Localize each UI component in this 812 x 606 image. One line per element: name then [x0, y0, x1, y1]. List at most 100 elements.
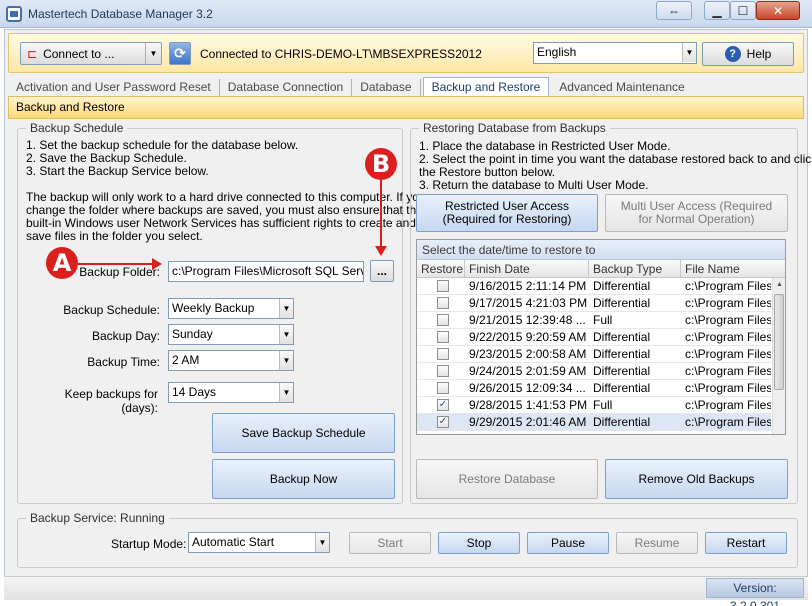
restore-checkbox[interactable]: [437, 314, 449, 326]
finish-date-cell: 9/17/2015 4:21:03 PM: [469, 296, 588, 310]
help-icon: ?: [724, 46, 741, 62]
resize-arrows-icon[interactable]: ⇔: [656, 1, 692, 20]
tab-activation[interactable]: Activation and User Password Reset: [8, 79, 220, 97]
scrollbar-thumb[interactable]: [774, 294, 784, 390]
service-start-button[interactable]: Start: [349, 532, 431, 554]
arrowhead-icon: [152, 258, 162, 270]
finish-date-cell: 9/16/2015 2:11:14 PM: [469, 279, 587, 293]
backup-time-select[interactable]: 2 AM ▼: [168, 350, 294, 371]
title-bar: Mastertech Database Manager 3.2 ⇔ ▁ ☐ ✕: [0, 0, 812, 28]
schedule-value: Weekly Backup: [172, 301, 255, 315]
backup-type-cell: Differential: [593, 415, 651, 429]
close-button[interactable]: ✕: [756, 1, 800, 20]
table-row[interactable]: 9/26/2015 12:09:34 ... Differential c:\Pro…: [417, 380, 771, 397]
chevron-down-icon: ▼: [279, 383, 293, 402]
backup-type-cell: Differential: [593, 296, 651, 310]
backup-type-cell: Differential: [593, 330, 651, 344]
restore-database-button[interactable]: Restore Database: [416, 459, 598, 499]
help-button[interactable]: ? Help: [702, 42, 794, 66]
grid-caption: Select the date/time to restore to: [417, 240, 785, 260]
tab-database-connection[interactable]: Database Connection: [220, 79, 353, 97]
backup-type-cell: Differential: [593, 347, 651, 361]
language-value: English: [537, 45, 577, 59]
restore-checkbox[interactable]: [437, 297, 449, 309]
maximize-button[interactable]: ☐: [730, 1, 756, 20]
finish-date-cell: 9/24/2015 2:01:59 AM: [469, 364, 587, 378]
tab-backup-restore[interactable]: Backup and Restore: [422, 77, 550, 97]
backup-type-cell: Full: [593, 313, 613, 327]
restore-checkbox[interactable]: [437, 331, 449, 343]
backup-type-cell: Differential: [593, 279, 651, 293]
status-bar: [4, 576, 808, 600]
column-header-file-name[interactable]: File Name: [681, 260, 771, 278]
restore-checkbox[interactable]: ✓: [437, 399, 449, 411]
service-restart-button[interactable]: Restart: [705, 532, 787, 554]
browse-folder-button[interactable]: ...: [370, 260, 394, 282]
plug-icon: ⊏: [27, 46, 38, 61]
backup-folder-input[interactable]: c:\Program Files\Microsoft SQL Server\: [168, 261, 364, 282]
window-title: Mastertech Database Manager 3.2: [28, 7, 213, 21]
backup-type-cell: Differential: [593, 364, 651, 378]
minimize-button[interactable]: ▁: [704, 1, 730, 20]
column-header-restore[interactable]: Restore: [417, 260, 465, 278]
file-name-cell: c:\Program Files\M: [685, 398, 771, 412]
table-row[interactable]: 9/21/2015 12:39:48 ... Full c:\Program Fil…: [417, 312, 771, 329]
multi-user-access-button[interactable]: Multi User Access (Required for Normal O…: [605, 194, 788, 232]
file-name-cell: c:\Program Files\M: [685, 347, 771, 361]
chevron-down-icon: ▼: [279, 351, 293, 370]
backup-schedule-select[interactable]: Weekly Backup ▼: [168, 298, 294, 319]
backup-day-select[interactable]: Sunday ▼: [168, 324, 294, 345]
table-row[interactable]: 9/16/2015 2:11:14 PM Differential c:\Progr…: [417, 278, 771, 295]
file-name-cell: c:\Program Files\M: [685, 364, 771, 378]
chevron-down-icon: ▼: [682, 43, 696, 62]
keep-backups-select[interactable]: 14 Days ▼: [168, 382, 294, 403]
service-stop-button[interactable]: Stop: [438, 532, 520, 554]
tab-advanced-maintenance[interactable]: Advanced Maintenance: [551, 79, 692, 97]
chevron-up-icon[interactable]: ▲: [776, 281, 783, 288]
grid-header: Restore Finish Date Backup Type File Nam…: [417, 260, 785, 278]
backup-type-cell: Differential: [593, 381, 651, 395]
grid-scrollbar[interactable]: ▲: [772, 278, 785, 434]
refresh-button[interactable]: ⟳: [169, 42, 191, 65]
restore-checkbox[interactable]: ✓: [437, 416, 449, 428]
language-select[interactable]: English ▼: [533, 42, 697, 64]
table-row[interactable]: 9/24/2015 2:01:59 AM Differential c:\Progr…: [417, 363, 771, 380]
table-row[interactable]: ✓ 9/28/2015 1:41:53 PM Full c:\Program File…: [417, 397, 771, 414]
column-header-backup-type[interactable]: Backup Type: [589, 260, 681, 278]
finish-date-cell: 9/23/2015 2:00:58 AM: [469, 347, 587, 361]
table-row[interactable]: 9/23/2015 2:00:58 AM Differential c:\Progr…: [417, 346, 771, 363]
save-backup-schedule-button[interactable]: Save Backup Schedule: [212, 413, 395, 453]
restore-checkbox[interactable]: [437, 280, 449, 292]
service-pause-button[interactable]: Pause: [527, 532, 609, 554]
startup-mode-label: Startup Mode:: [111, 537, 187, 551]
chevron-down-icon: ▼: [279, 325, 293, 344]
annotation-marker-b: B: [365, 148, 397, 180]
file-name-cell: c:\Program Files\M: [685, 279, 771, 293]
table-row[interactable]: ✓ 9/29/2015 2:01:46 AM Differential c:\Prog…: [417, 414, 771, 431]
restricted-user-access-button[interactable]: Restricted User Access (Required for Res…: [416, 194, 598, 232]
restore-checkbox[interactable]: [437, 365, 449, 377]
file-name-cell: c:\Program Files\M: [685, 330, 771, 344]
table-row[interactable]: 9/17/2015 4:21:03 PM Differential c:\Progr…: [417, 295, 771, 312]
restore-checkbox[interactable]: [437, 348, 449, 360]
startup-mode-value: Automatic Start: [192, 535, 275, 549]
backup-now-button[interactable]: Backup Now: [212, 459, 395, 499]
backup-service-status: Backup Service: Running: [26, 511, 169, 525]
version-label: Version: 3.2.0.301: [706, 578, 804, 606]
column-header-finish-date[interactable]: Finish Date: [465, 260, 589, 278]
annotation-arrow-b: [380, 180, 382, 248]
service-resume-button[interactable]: Resume: [616, 532, 698, 554]
chevron-down-icon[interactable]: ▼: [145, 43, 161, 64]
backup-type-cell: Full: [593, 398, 613, 412]
restore-checkbox[interactable]: [437, 382, 449, 394]
refresh-icon: ⟳: [174, 45, 186, 61]
remove-old-backups-button[interactable]: Remove Old Backups: [605, 459, 788, 499]
chevron-down-icon: ▼: [315, 533, 329, 552]
startup-mode-select[interactable]: Automatic Start ▼: [188, 532, 330, 553]
file-name-cell: c:\Program Files\M: [685, 313, 771, 327]
connect-button[interactable]: ⊏ Connect to ... ▼: [20, 42, 162, 65]
backup-schedule-label: Backup Schedule:: [63, 303, 160, 317]
backup-note: save files in the folder you select.: [26, 229, 203, 243]
tab-database[interactable]: Database: [352, 79, 421, 97]
table-row[interactable]: 9/22/2015 9:20:59 AM Differential c:\Progr…: [417, 329, 771, 346]
